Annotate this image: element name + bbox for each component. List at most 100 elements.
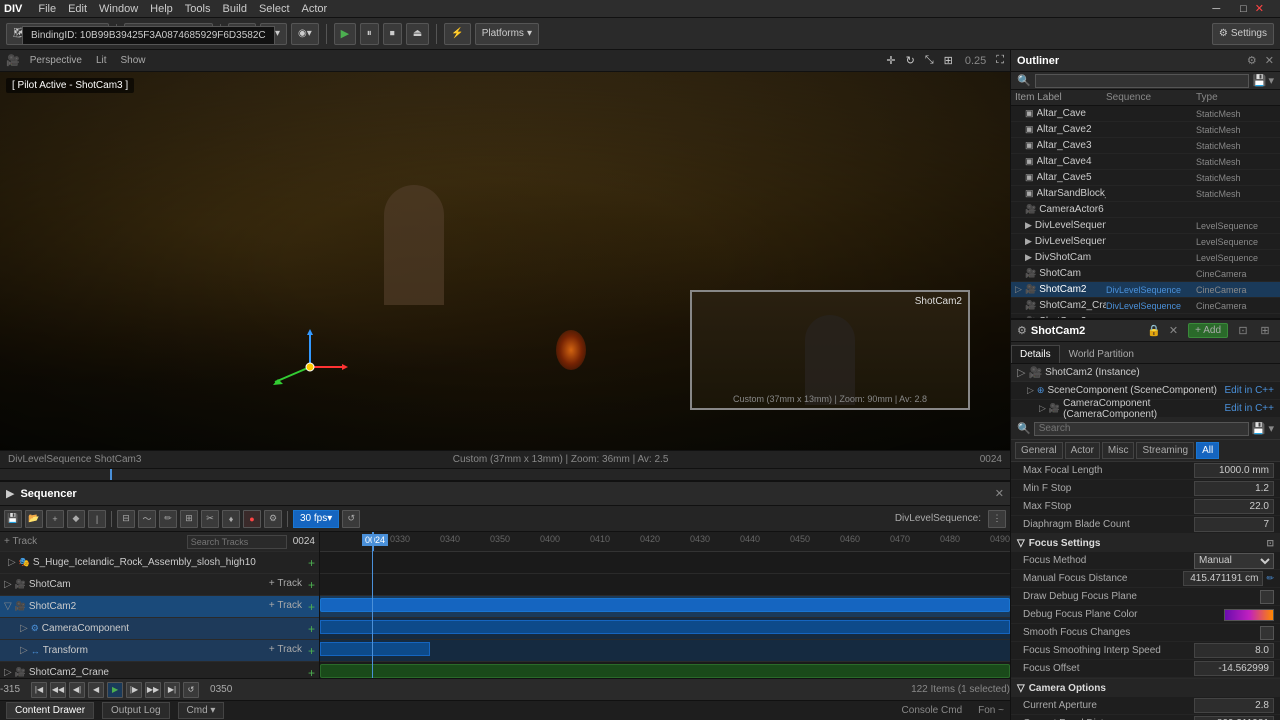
ol-item-shotcam2crane[interactable]: 🎥 ShotCam2_Crane DivLevelSequence CineCa… (1011, 298, 1280, 314)
menu-select[interactable]: Select (259, 3, 290, 15)
console-cmd[interactable]: Console Cmd (902, 705, 963, 716)
diaphragm-value[interactable]: 7 (1194, 517, 1274, 532)
details-settings-icon[interactable]: ⚙ (1017, 324, 1027, 337)
outliner-filter-icon[interactable]: ▾ (1268, 74, 1274, 87)
platforms-btn[interactable]: Platforms ▾ (475, 23, 539, 45)
timeline-area[interactable]: 0024 0330 0340 0350 0400 0410 0420 0430 … (320, 532, 1010, 678)
seq-marker-btn[interactable]: ♦ (222, 510, 240, 528)
focus-section-header[interactable]: ▽ Focus Settings ⊡ (1011, 534, 1280, 552)
pb-to-start[interactable]: |◀ (31, 682, 47, 698)
focus-method-select[interactable]: Manual (1194, 553, 1274, 569)
seq-save-btn[interactable]: 💾 (4, 510, 22, 528)
sequencer-close-icon[interactable]: ✕ (995, 487, 1004, 500)
ol-item-altarsand[interactable]: ▣ AltarSandBlock_Rag StaticMesh (1011, 186, 1280, 202)
filter-tab-misc[interactable]: Misc (1102, 442, 1135, 459)
smooth-focus-checkbox[interactable] (1260, 626, 1274, 640)
vp-scale-icon[interactable]: ⤡ (925, 54, 934, 67)
seq-add-btn[interactable]: + (46, 510, 64, 528)
seq-filter-btn[interactable]: ⊟ (117, 510, 135, 528)
ol-item-shotcam2[interactable]: ▷ 🎥 ShotCam2 DivLevelSequence CineCamera (1011, 282, 1280, 298)
scrubber-area[interactable] (0, 468, 1010, 480)
outliner-search-input[interactable] (1035, 74, 1249, 88)
draw-debug-checkbox[interactable] (1260, 590, 1274, 604)
vp-rotate-icon[interactable]: ↻ (906, 54, 915, 67)
pause-btn[interactable]: ⏸ (360, 23, 379, 45)
menu-build[interactable]: Build (222, 3, 246, 15)
maxfstop-value[interactable]: 22.0 (1194, 499, 1274, 514)
ol-item-cameraactor6[interactable]: 🎥 CameraActor6 (1011, 202, 1280, 218)
focus-collapse-icon[interactable]: ⊡ (1266, 538, 1274, 549)
outliner-save-icon[interactable]: 💾 (1253, 74, 1267, 87)
ol-item-altar-cave3[interactable]: ▣ Altar_Cave3 StaticMesh (1011, 138, 1280, 154)
filter-tab-streaming[interactable]: Streaming (1136, 442, 1194, 459)
seq-settings-btn[interactable]: ⚙ (264, 510, 282, 528)
pb-loop[interactable]: ↺ (183, 682, 199, 698)
menu-file[interactable]: File (38, 3, 56, 15)
focus-offset-value[interactable]: -14.562999 (1194, 661, 1274, 676)
vp-grid-icon[interactable]: ⊞ (944, 54, 953, 67)
outliner-close-icon[interactable]: ✕ (1265, 54, 1274, 67)
track-row-rock[interactable]: ▷ 🎭 S_Huge_Icelandic_Rock_Assembly_slosh… (0, 552, 319, 574)
seq-snap-btn[interactable]: ⊞ (180, 510, 198, 528)
add-component-btn[interactable]: + Add (1188, 323, 1228, 338)
track-add-btn[interactable]: + (308, 556, 315, 570)
seq-open-btn[interactable]: 📂 (25, 510, 43, 528)
pb-next-key[interactable]: |▶ (126, 682, 142, 698)
track-row-shotcam[interactable]: ▷ 🎥 ShotCam + Track + (0, 574, 319, 596)
comp-camera-row[interactable]: ▷ 🎥 CameraComponent (CameraComponent) Ed… (1011, 400, 1280, 418)
seq-curve-btn[interactable]: 〜 (138, 510, 156, 528)
camera-options-header[interactable]: ▽ Camera Options (1011, 679, 1280, 697)
tab-details[interactable]: Details (1011, 345, 1060, 363)
ol-item-altar-cave4[interactable]: ▣ Altar_Cave4 StaticMesh (1011, 154, 1280, 170)
details-filter-icon[interactable]: ▾ (1268, 422, 1274, 435)
ol-item-altar-cave5[interactable]: ▣ Altar_Cave5 StaticMesh (1011, 170, 1280, 186)
edit-icon-focus[interactable]: ✏ (1266, 573, 1274, 584)
ol-item-divshotcam[interactable]: ▶ DivShotCam LevelSequence (1011, 250, 1280, 266)
vp-fullscreen-icon[interactable]: ⛶ (996, 54, 1004, 67)
menu-help[interactable]: Help (150, 3, 173, 15)
track-add-btn3[interactable]: + (308, 600, 315, 614)
filter-tab-all[interactable]: All (1196, 442, 1219, 459)
stop-btn[interactable]: ⏹ (383, 23, 402, 45)
seq-trim-btn[interactable]: ✂ (201, 510, 219, 528)
details-close-icon[interactable]: ✕ (1169, 324, 1178, 337)
play-button[interactable]: ▶ (334, 23, 356, 45)
timeline-shotcam2-row[interactable] (320, 596, 1010, 618)
track-row-transform[interactable]: ▷ ↔ Transform + Track + (0, 640, 319, 662)
cur-focal-dist-value[interactable]: 809.311981 (1194, 716, 1274, 720)
track-row-crane[interactable]: ▷ 🎥 ShotCam2_Crane + (0, 662, 319, 678)
track-add-transform[interactable]: + Track (269, 644, 302, 658)
tab-output-log[interactable]: Output Log (102, 702, 169, 719)
track-add-shotcam[interactable]: + Track (269, 578, 302, 592)
focus-interp-value[interactable]: 8.0 (1194, 643, 1274, 658)
minfstop-value[interactable]: 1.2 (1194, 481, 1274, 496)
ol-item-shotcam[interactable]: 🎥 ShotCam CineCamera (1011, 266, 1280, 282)
ol-item-divlvlseq-sh[interactable]: ▶ DivLevelSequence_Sh LevelSequence (1011, 234, 1280, 250)
pb-step-fwd[interactable]: ▶▶ (145, 682, 161, 698)
perspective-btn[interactable]: Perspective (26, 54, 86, 67)
pb-play[interactable]: ▶ (107, 682, 123, 698)
seq-fps-dropdown[interactable]: 30 fps ▾ (293, 510, 339, 528)
filter-tab-general[interactable]: General (1015, 442, 1063, 459)
track-row-shotcam2[interactable]: ▽ 🎥 ShotCam2 + Track + (0, 596, 319, 618)
menu-window[interactable]: Window (99, 3, 138, 15)
ol-item-divlvlseq[interactable]: ▶ DivLevelSequence LevelSequence (1011, 218, 1280, 234)
mode-btn[interactable]: ◉▾ (291, 23, 319, 45)
vp-translate-icon[interactable]: ✛ (886, 54, 895, 67)
cur-aperture-value[interactable]: 2.8 (1194, 698, 1274, 713)
window-maximize[interactable]: □ (1240, 3, 1247, 15)
debug-color-swatch[interactable] (1224, 609, 1274, 621)
details-save-icon[interactable]: 💾 (1252, 422, 1266, 435)
seq-mark-btn[interactable]: | (88, 510, 106, 528)
track-add-shotcam2[interactable]: + Track (269, 600, 302, 614)
seq-menu-btn[interactable]: ⋮ (988, 510, 1006, 528)
pb-prev-key[interactable]: ◀| (69, 682, 85, 698)
scene-edit-link[interactable]: Edit in C++ (1225, 385, 1274, 396)
seq-record-btn[interactable]: ● (243, 510, 261, 528)
track-add-btn4[interactable]: + (308, 644, 315, 658)
eject-btn[interactable]: ⏏ (406, 23, 429, 45)
window-minimize[interactable]: ─ (1212, 3, 1220, 15)
pb-play-reverse[interactable]: ◀ (88, 682, 104, 698)
window-close[interactable]: ✕ (1255, 2, 1264, 15)
viewport-3d[interactable]: ShotCam2 Custom (37mm x 13mm) | Zoom: 90… (0, 72, 1010, 450)
